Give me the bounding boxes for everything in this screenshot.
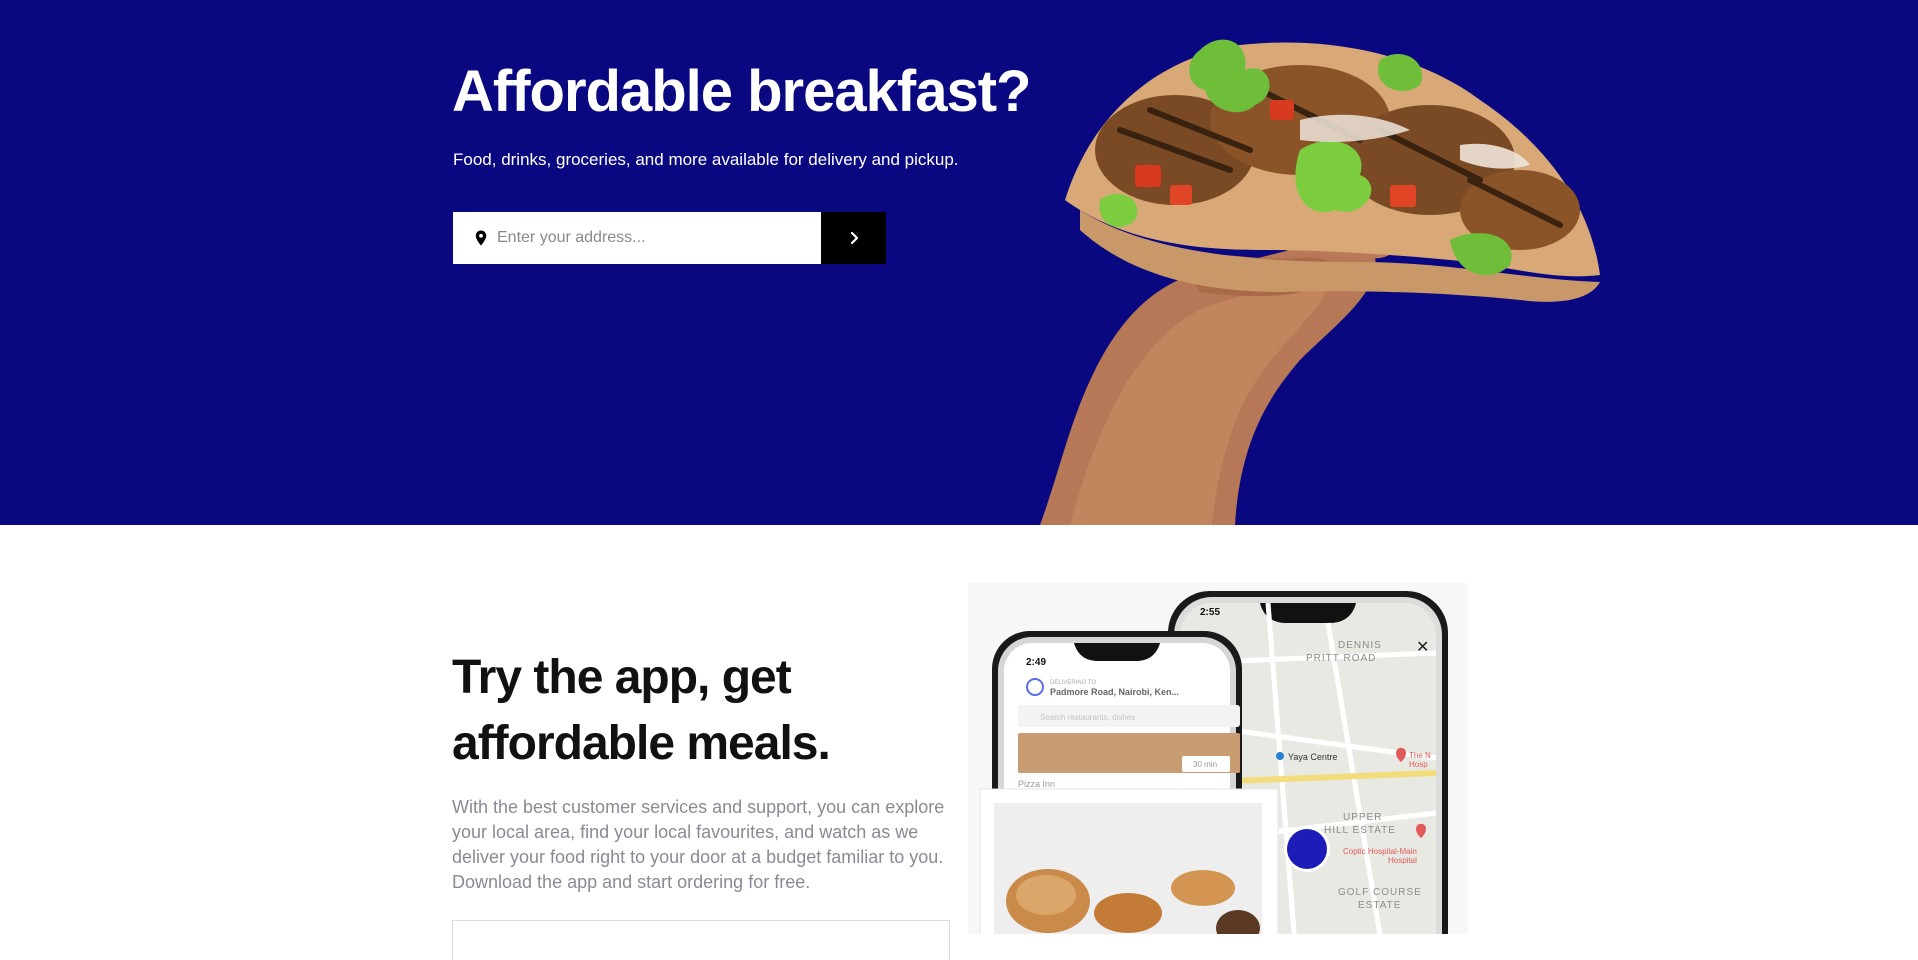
app-download-box (452, 920, 950, 960)
close-icon[interactable]: ✕ (1416, 637, 1429, 656)
svg-text:ESTATE: ESTATE (1358, 900, 1401, 911)
phone-back-time: 2:55 (1200, 607, 1220, 618)
chevron-right-icon (850, 231, 858, 245)
eta-badge: 30 min (1193, 760, 1217, 769)
app-section-description: With the best customer services and supp… (452, 797, 945, 892)
search-placeholder: Search restaurants, dishes (1040, 713, 1135, 722)
svg-text:Hospital: Hospital (1388, 856, 1417, 865)
map-label-dennis: DENNIS (1338, 640, 1382, 651)
taco-hand-image (1040, 39, 1600, 525)
app-preview-image: 2:55 DENNIS PRITT ROAD ✕ Yaya Centre The… (968, 583, 1468, 934)
map-label-coptic-hospital: Coptic Hospital-Main (1343, 847, 1417, 856)
address-input[interactable] (497, 212, 807, 264)
map-label-pritt-road: PRITT ROAD (1306, 653, 1376, 664)
svg-text:HILL ESTATE: HILL ESTATE (1324, 825, 1396, 836)
map-label-golf-course: GOLF COURSE (1338, 887, 1422, 898)
hero-section: Affordable breakfast? Food, drinks, groc… (0, 0, 1918, 525)
map-pin-icon (475, 230, 487, 246)
phone-front-time: 2:49 (1026, 657, 1046, 668)
map-label-upper-hill: UPPER (1343, 812, 1382, 823)
hero-title: Affordable breakfast? (452, 59, 1031, 124)
app-section-title: Try the app, get affordable meals. (452, 651, 831, 770)
restaurant-name: Pizza Inn (1018, 779, 1055, 789)
current-location-marker (1287, 829, 1327, 869)
svg-text:Hosp: Hosp (1409, 760, 1428, 769)
map-label-yaya-centre: Yaya Centre (1288, 752, 1337, 762)
address-search-box (453, 212, 821, 264)
hero-subtitle: Food, drinks, groceries, and more availa… (453, 150, 959, 169)
delivering-to-label: DELIVERING TO (1050, 680, 1096, 686)
submit-address-button[interactable] (821, 212, 886, 264)
map-label-the-n-hosp: The N (1409, 751, 1431, 760)
delivery-address[interactable]: Padmore Road, Nairobi, Ken... (1050, 687, 1179, 697)
